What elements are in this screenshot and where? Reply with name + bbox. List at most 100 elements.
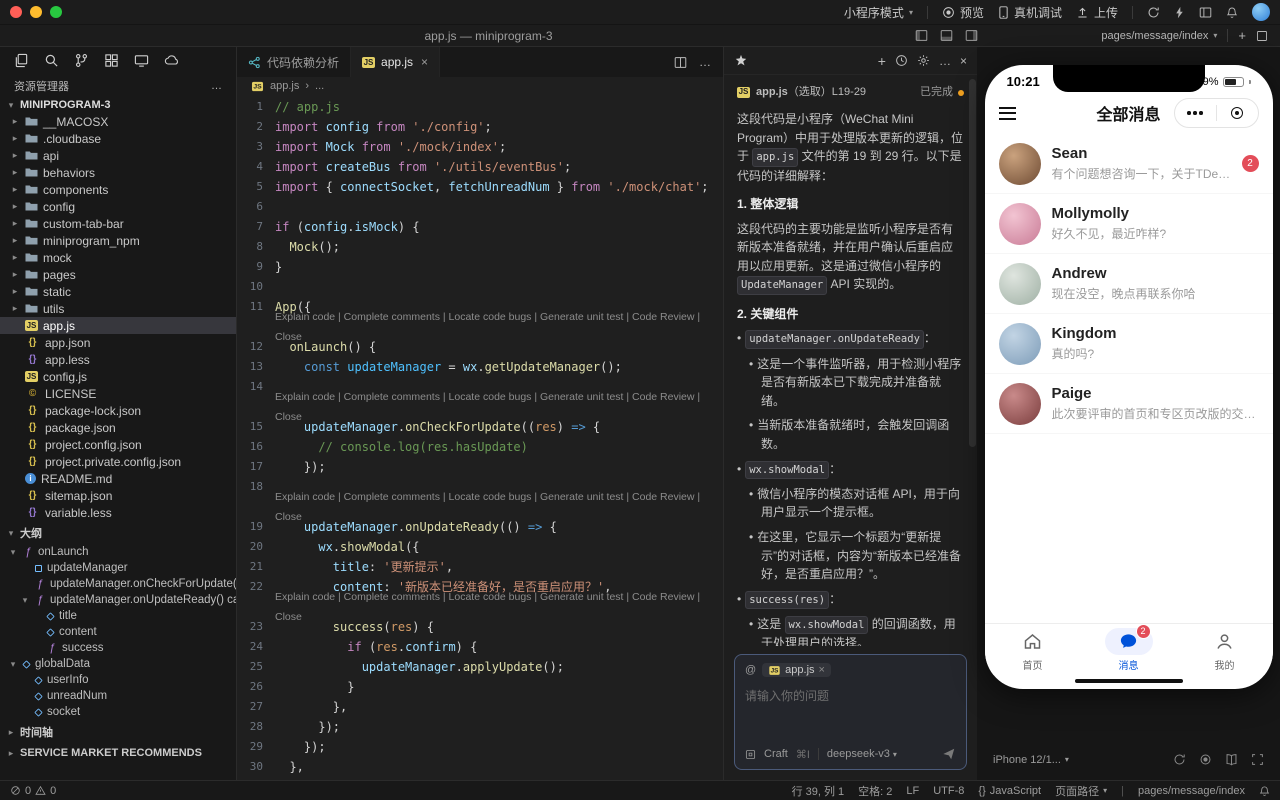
file-tree-item[interactable]: ▸components [0, 181, 236, 198]
tab-app-js[interactable]: JS app.js × [351, 47, 440, 77]
message-item[interactable]: Sean有个问题想咨询一下，关于TDesign组件...2 [985, 134, 1273, 194]
cloud-icon[interactable] [164, 54, 180, 66]
outline-item[interactable]: socket [0, 704, 236, 720]
file-tree-item[interactable]: ▸__MACOSX [0, 113, 236, 130]
outline-item[interactable]: ▾globalData [0, 656, 236, 672]
page-path-mode[interactable]: 页面路径 ▾ [1055, 783, 1107, 799]
search-icon[interactable] [44, 53, 59, 68]
file-tree-item[interactable]: ▸api [0, 147, 236, 164]
language-indicator[interactable]: {} JavaScript [978, 785, 1041, 797]
window-layout-icon[interactable] [1256, 30, 1268, 42]
file-tree-item[interactable]: {}sitemap.json [0, 487, 236, 504]
craft-mode-label[interactable]: Craft [764, 748, 788, 760]
file-tree-item[interactable]: ▸pages [0, 266, 236, 283]
message-item[interactable]: Kingdom真的吗? [985, 314, 1273, 374]
more-actions-icon[interactable]: … [699, 55, 711, 69]
model-select[interactable]: deepseek-v3 ▾ [827, 748, 897, 760]
file-tree-item[interactable]: ▸utils [0, 300, 236, 317]
problems-indicator[interactable]: 0 0 [10, 785, 56, 797]
file-tree-item[interactable]: {}package.json [0, 419, 236, 436]
toggle-secondary-sidebar-icon[interactable] [965, 29, 978, 42]
code-editor[interactable]: 1// app.js2import config from './config'… [237, 95, 723, 780]
user-avatar[interactable] [1252, 3, 1270, 21]
toggle-sidebar-icon[interactable] [915, 29, 928, 42]
preview-button[interactable]: 预览 [942, 4, 984, 21]
tabbar-item-home[interactable]: 首页 [985, 624, 1081, 675]
outline-item[interactable]: title [0, 608, 236, 624]
upload-button[interactable]: 上传 [1076, 4, 1118, 21]
file-tree-item[interactable]: ▸behaviors [0, 164, 236, 181]
close-capsule-icon[interactable] [1217, 107, 1258, 119]
details-button[interactable] [1199, 6, 1212, 19]
history-icon[interactable] [895, 54, 908, 67]
message-item[interactable]: Andrew现在没空，晚点再联系你哈 [985, 254, 1273, 314]
codelens-actions[interactable]: Explain code | Complete comments | Locat… [237, 497, 723, 517]
notifications-icon[interactable] [1259, 785, 1270, 797]
maximize-window-icon[interactable] [50, 6, 62, 18]
outline-item[interactable]: ▾ƒupdateManager.onUpdateReady() callback [0, 592, 236, 608]
source-control-icon[interactable] [74, 53, 89, 68]
settings-gear-icon[interactable] [917, 54, 930, 67]
docs-icon[interactable] [1225, 753, 1238, 766]
encoding-indicator[interactable]: UTF-8 [933, 785, 964, 797]
file-tree-item[interactable]: ▸miniprogram_npm [0, 232, 236, 249]
toggle-panel-icon[interactable] [940, 29, 953, 42]
codelens-actions[interactable]: Explain code | Complete comments | Locat… [237, 597, 723, 617]
codelens-actions[interactable]: Explain code | Complete comments | Locat… [237, 317, 723, 337]
file-tree-item[interactable]: {}project.private.config.json [0, 453, 236, 470]
prompt-input[interactable]: 请输入你的问题 [745, 687, 956, 704]
scrollbar-thumb[interactable] [969, 79, 976, 447]
screenshot-icon[interactable] [1251, 753, 1264, 766]
add-page-icon[interactable]: + [1238, 28, 1246, 43]
compile-button[interactable] [1147, 6, 1160, 19]
outline-item[interactable]: ▾ƒonLaunch [0, 544, 236, 560]
current-page-path[interactable]: pages/message/index [1138, 785, 1245, 797]
explorer-icon[interactable] [14, 53, 29, 68]
record-icon[interactable] [1199, 753, 1212, 766]
outline-item[interactable]: userInfo [0, 672, 236, 688]
clear-cache-button[interactable] [1174, 6, 1185, 19]
breadcrumb[interactable]: JS app.js › ... [237, 77, 723, 95]
timeline-section-header[interactable]: ▸ 时间轴 [0, 720, 236, 743]
file-tree-item[interactable]: ▸static [0, 283, 236, 300]
more-actions-icon[interactable]: … [211, 80, 222, 92]
outline-item[interactable]: ƒsuccess [0, 640, 236, 656]
outline-item[interactable]: updateManager [0, 560, 236, 576]
outline-item[interactable]: unreadNum [0, 688, 236, 704]
extensions-icon[interactable] [104, 53, 119, 68]
outline-section-header[interactable]: ▾ 大纲 [0, 521, 236, 544]
close-window-icon[interactable] [10, 6, 22, 18]
send-icon[interactable] [942, 747, 956, 761]
tabbar-item-chat[interactable]: 2消息 [1081, 624, 1177, 675]
code-reference-row[interactable]: JS app.js（选取）L19-29 已完成 [737, 84, 964, 101]
codelens-actions[interactable]: Explain code | Complete comments | Locat… [237, 397, 723, 417]
tab-dependency-analysis[interactable]: 代码依赖分析 [237, 47, 351, 77]
message-item[interactable]: Mollymolly好久不见，最近咋样? [985, 194, 1273, 254]
more-actions-icon[interactable]: … [939, 54, 951, 68]
file-tree-item[interactable]: {}variable.less [0, 504, 236, 521]
remove-context-icon[interactable]: × [819, 664, 825, 676]
project-root[interactable]: ▾ MINIPROGRAM-3 [0, 97, 236, 113]
file-tree-item[interactable]: ▸custom-tab-bar [0, 215, 236, 232]
page-path-select[interactable]: pages/message/index ▾ [1101, 30, 1217, 42]
close-panel-icon[interactable]: × [960, 54, 967, 68]
file-tree-item[interactable]: iREADME.md [0, 470, 236, 487]
file-tree-item[interactable]: ▸mock [0, 249, 236, 266]
file-tree-item[interactable]: {}package-lock.json [0, 402, 236, 419]
file-tree-item[interactable]: {}app.json [0, 334, 236, 351]
service-market-section-header[interactable]: ▸ SERVICE MARKET RECOMMENDS [0, 743, 236, 762]
indentation[interactable]: 空格: 2 [858, 783, 892, 799]
rotate-device-icon[interactable] [1173, 753, 1186, 766]
file-tree-item[interactable]: {}app.less [0, 351, 236, 368]
tabbar-item-user[interactable]: 我的 [1177, 624, 1273, 675]
cursor-position[interactable]: 行 39, 列 1 [792, 783, 845, 799]
mode-menu[interactable]: 小程序模式 ▾ [844, 4, 913, 21]
remote-window-icon[interactable] [134, 53, 149, 68]
file-tree-item[interactable]: ©LICENSE [0, 385, 236, 402]
split-editor-icon[interactable] [674, 56, 687, 69]
eol-indicator[interactable]: LF [906, 785, 919, 797]
mention-icon[interactable]: @ [745, 664, 756, 676]
file-tree-item[interactable]: JSconfig.js [0, 368, 236, 385]
file-tree-item[interactable]: {}project.config.json [0, 436, 236, 453]
more-capsule-icon[interactable] [1175, 111, 1216, 115]
